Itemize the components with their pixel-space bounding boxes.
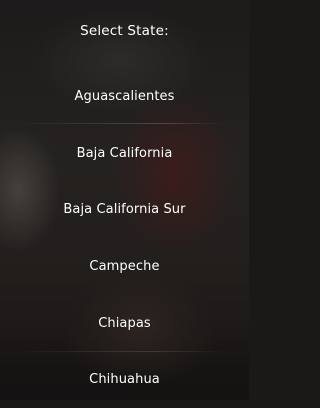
- state-item-label: Aguascalientes: [74, 88, 175, 104]
- state-list: Aguascalientes Baja California Baja Cali…: [0, 68, 249, 408]
- state-item-label: Chihuahua: [89, 372, 160, 388]
- state-item-aguascalientes[interactable]: Aguascalientes: [0, 68, 249, 125]
- state-item-label: Baja California: [76, 145, 173, 161]
- page-title: Select State:: [80, 23, 169, 39]
- state-item-campeche[interactable]: Campeche: [0, 238, 249, 295]
- state-item-baja-california[interactable]: Baja California: [0, 125, 249, 182]
- state-item-label: Campeche: [89, 258, 160, 274]
- state-item-chiapas[interactable]: Chiapas: [0, 295, 249, 352]
- state-item-label: Baja California Sur: [63, 202, 186, 218]
- state-item-label: Chiapas: [98, 315, 151, 331]
- state-item-baja-california-sur[interactable]: Baja California Sur: [0, 181, 249, 238]
- state-picker-screen: Select State: Aguascalientes Baja Califo…: [0, 0, 249, 400]
